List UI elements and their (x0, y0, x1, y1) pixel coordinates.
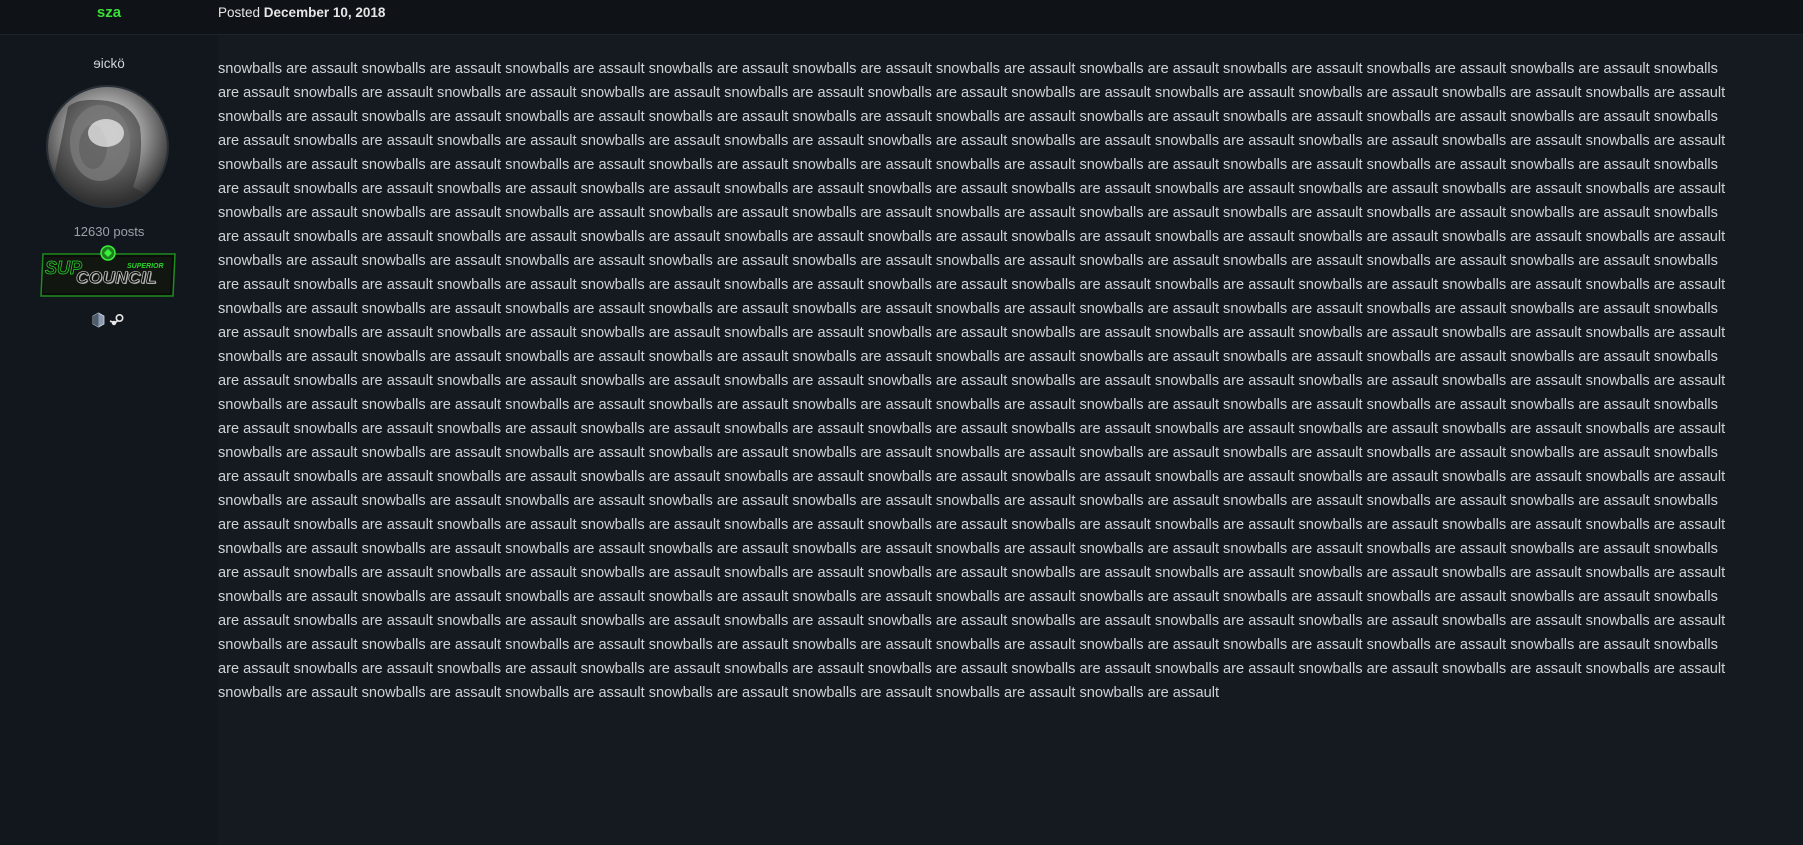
author-name-link[interactable]: sza (0, 4, 218, 22)
badge-council-text: COUNCIL (76, 268, 157, 288)
post-date: Posted December 10, 2018 (218, 5, 385, 21)
avatar[interactable] (48, 87, 167, 206)
posted-prefix: Posted (218, 5, 261, 20)
posted-date-value: December 10, 2018 (263, 5, 386, 20)
post-body-text: snowballs are assault snowballs are assa… (218, 61, 1726, 701)
avatar-photo (48, 99, 167, 206)
post-count: 12630 posts (73, 224, 145, 239)
steam-icon[interactable] (109, 312, 125, 333)
steam-like-icon[interactable] (91, 312, 106, 333)
user-title: ɘickö (93, 56, 125, 71)
social-links (91, 312, 127, 330)
post-header: sza Posted December 10, 2018 (0, 0, 1803, 35)
post-body: snowballs are assault snowballs are assa… (218, 57, 1738, 705)
